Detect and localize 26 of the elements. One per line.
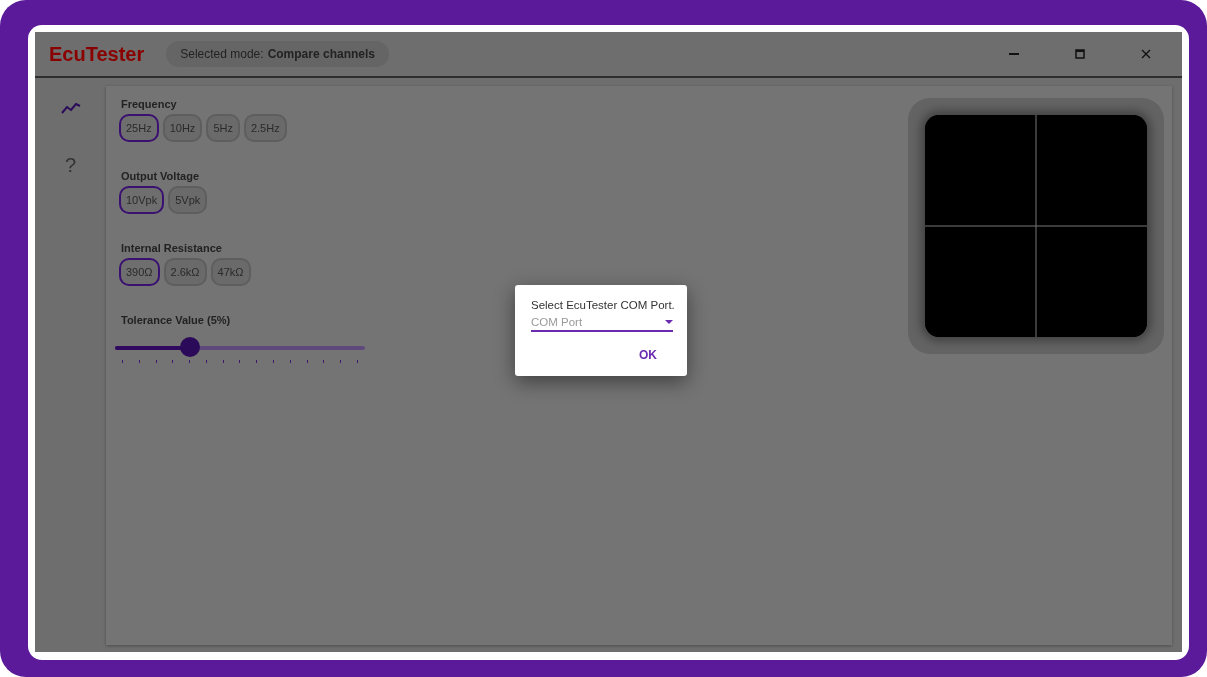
minimize-icon <box>1009 53 1019 55</box>
mode-indicator: Selected mode: Compare channels <box>166 41 389 67</box>
option-chip[interactable]: 10Vpk <box>119 186 165 214</box>
option-chip[interactable]: 10Hz <box>162 114 203 142</box>
slider-thumb[interactable] <box>180 337 200 357</box>
dropdown-caret-icon <box>665 320 673 324</box>
option-chip[interactable]: 390Ω <box>119 258 160 286</box>
maximize-icon <box>1075 49 1085 59</box>
option-chip[interactable]: 2.5Hz <box>243 114 287 142</box>
com-port-select[interactable]: COM Port <box>531 313 673 332</box>
option-chip[interactable]: 25Hz <box>119 114 159 142</box>
ok-button[interactable]: OK <box>633 344 663 366</box>
option-chip[interactable]: 2.6kΩ <box>163 258 207 286</box>
option-chip[interactable]: 5Hz <box>206 114 240 142</box>
group-label: Output Voltage <box>121 170 200 182</box>
group-label: Frequency <box>121 98 178 110</box>
line-chart-icon <box>60 102 81 114</box>
chart-mode-button[interactable] <box>58 100 83 116</box>
close-icon <box>1141 49 1151 59</box>
help-button[interactable]: ? <box>62 152 79 179</box>
dialog-message: Select EcuTester COM Port. <box>531 299 673 311</box>
option-chip[interactable]: 5Vpk <box>168 186 208 214</box>
app-logo: EcuTester <box>49 42 145 66</box>
option-chip[interactable]: 47kΩ <box>210 258 251 286</box>
group-label: Internal Resistance <box>121 242 223 254</box>
slider-label: Tolerance Value (5%) <box>121 314 232 326</box>
